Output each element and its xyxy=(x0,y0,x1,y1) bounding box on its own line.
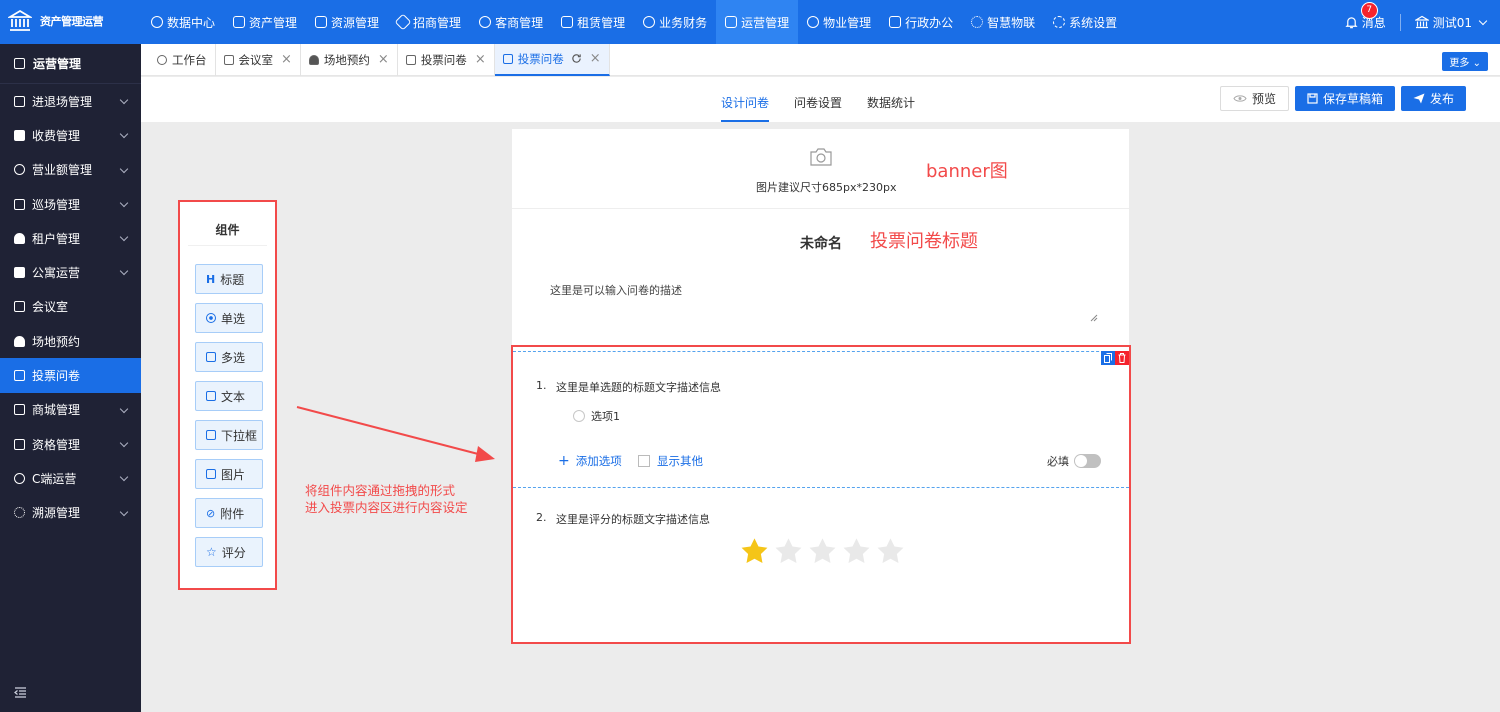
question-text[interactable]: 这里是单选题的标题文字描述信息 xyxy=(556,379,721,395)
question-area: 1. 这里是单选题的标题文字描述信息 选项1 + 添加选项 显示其他 必填 2. … xyxy=(511,345,1131,644)
star-filled-icon[interactable] xyxy=(740,537,769,565)
toggle-switch[interactable] xyxy=(1074,454,1101,468)
question-text[interactable]: 这里是评分的标题文字描述信息 xyxy=(556,511,710,527)
rating-stars[interactable] xyxy=(740,537,905,565)
star-empty-icon[interactable] xyxy=(808,537,837,565)
show-other-checkbox[interactable]: 显示其他 xyxy=(638,453,703,469)
drag-instruction-note: 将组件内容通过拖拽的形式 进入投票内容区进行内容设定 xyxy=(305,483,468,515)
question-number: 2. xyxy=(536,511,547,524)
camera-icon xyxy=(809,147,833,167)
delete-icon[interactable] xyxy=(1115,351,1129,365)
star-empty-icon[interactable] xyxy=(876,537,905,565)
banner-size-hint: 图片建议尺寸685px*230px xyxy=(756,181,897,194)
banner-annotation: banner图 xyxy=(926,161,1008,182)
resize-handle-icon[interactable] xyxy=(1090,314,1098,322)
copy-icon[interactable] xyxy=(1101,351,1115,365)
required-toggle[interactable]: 必填 xyxy=(1047,453,1101,469)
title-annotation: 投票问卷标题 xyxy=(870,231,978,252)
plus-icon: + xyxy=(558,453,570,469)
question-number: 1. xyxy=(536,379,547,392)
survey-description[interactable]: 这里是可以输入问卷的描述 xyxy=(550,282,682,298)
option-item[interactable]: 选项1 xyxy=(573,408,620,424)
checkbox[interactable] xyxy=(638,455,650,467)
question-tools xyxy=(1101,351,1129,365)
add-option-button[interactable]: + 添加选项 xyxy=(558,453,622,469)
star-empty-icon[interactable] xyxy=(774,537,803,565)
radio-button[interactable] xyxy=(573,410,585,422)
banner-upload[interactable]: 图片建议尺寸685px*230px xyxy=(512,129,1129,209)
survey-title[interactable]: 未命名 xyxy=(800,233,842,253)
question-single-choice[interactable]: 1. 这里是单选题的标题文字描述信息 选项1 + 添加选项 显示其他 必填 xyxy=(513,351,1129,488)
star-empty-icon[interactable] xyxy=(842,537,871,565)
